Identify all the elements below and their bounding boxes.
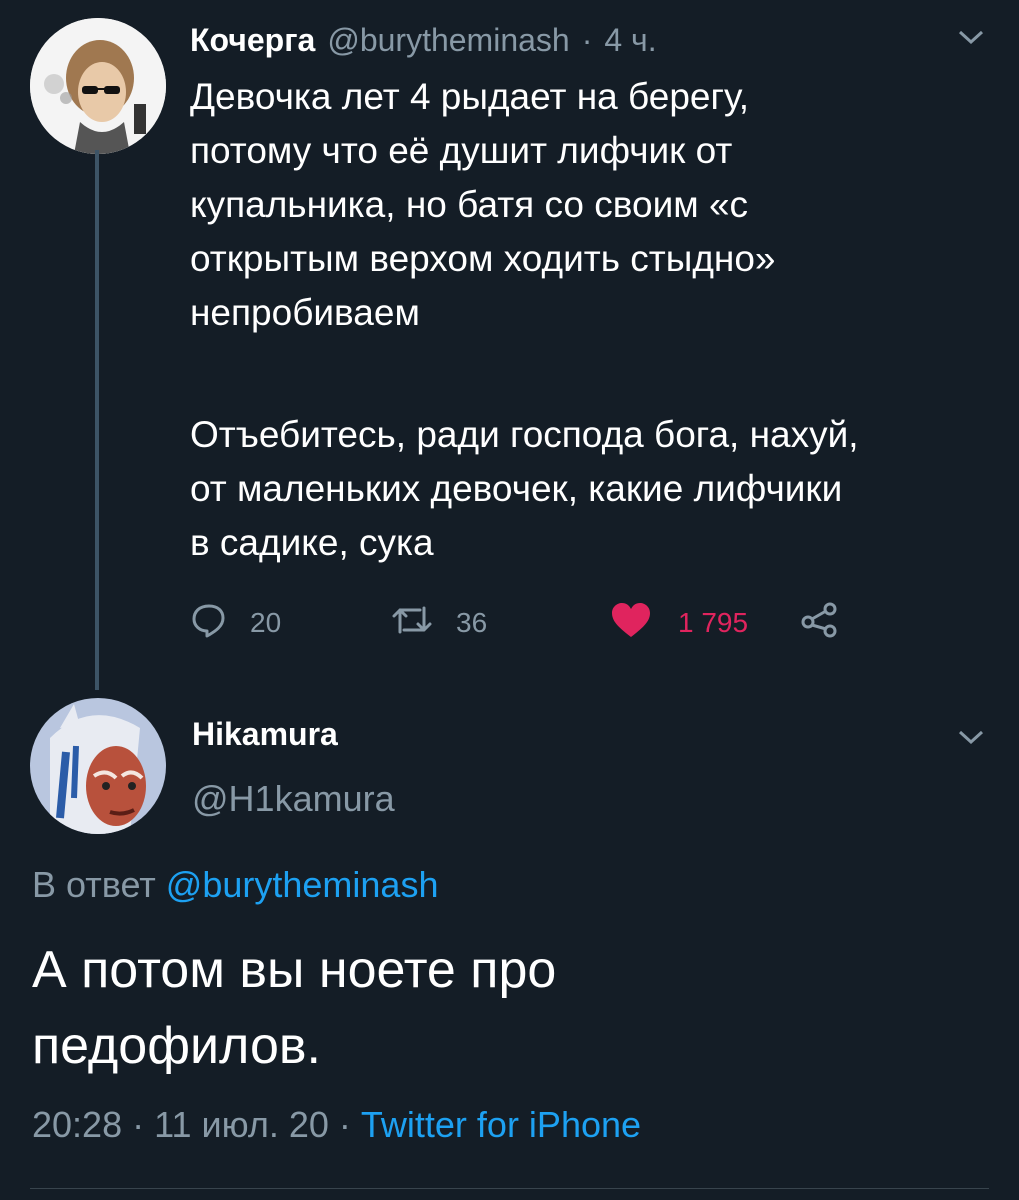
avatar-kocherga-image	[30, 18, 166, 154]
reply-to-mention[interactable]: @burytheminash	[166, 864, 439, 905]
reply-to-prefix: В ответ	[32, 864, 156, 905]
tweet2-date: 11 июл. 20	[154, 1104, 329, 1145]
like-button[interactable]: 1 795	[610, 601, 800, 646]
tweet2-author-handle[interactable]: @H1kamura	[192, 778, 395, 820]
reply-button[interactable]: 20	[190, 602, 390, 645]
tweet1-author-handle[interactable]: @burytheminash	[327, 22, 569, 59]
tweet1-author-name[interactable]: Кочерга	[190, 22, 315, 59]
like-count: 1 795	[678, 607, 749, 638]
retweet-button[interactable]: 36	[390, 602, 610, 645]
chevron-down-icon[interactable]	[957, 28, 985, 46]
heart-icon	[610, 601, 652, 646]
tweet2-sep-2: ·	[338, 1104, 351, 1145]
reply-to-line: В ответ @burytheminash	[32, 864, 438, 906]
avatar-hikamura[interactable]	[30, 698, 166, 834]
tweet2-author-name[interactable]: Hikamura	[192, 716, 338, 753]
avatar-kocherga[interactable]	[30, 18, 166, 154]
tweet1-text-p2: Отъебитесь, ради господа бога, нахуй, от…	[190, 414, 859, 563]
tweet1-actions: 20 36 1 795	[190, 598, 870, 648]
chevron-down-icon[interactable]	[957, 728, 985, 746]
tweet1-header: Кочерга @burytheminash · 4 ч.	[190, 18, 657, 62]
tweet2-source[interactable]: Twitter for iPhone	[361, 1104, 641, 1145]
tweet2-meta: 20:28 · 11 июл. 20 · Twitter for iPhone	[32, 1104, 641, 1146]
share-button[interactable]	[800, 602, 838, 645]
divider	[30, 1188, 989, 1189]
thread-line	[95, 150, 99, 690]
tweet2-text: А потом вы ноете про педофилов.	[32, 941, 557, 1075]
retweet-icon	[390, 602, 434, 645]
tweet1-time[interactable]: 4 ч.	[604, 22, 656, 59]
retweet-count: 36	[456, 607, 488, 638]
tweet1-dot: ·	[581, 21, 593, 58]
tweet2-time: 20:28	[32, 1104, 123, 1145]
share-icon	[800, 602, 838, 645]
tweet1-text-p1: Девочка лет 4 рыдает на берегу, потому ч…	[190, 76, 776, 333]
reply-icon	[190, 602, 228, 645]
tweet2-sep-1: ·	[132, 1104, 145, 1145]
avatar-hikamura-image	[30, 698, 166, 834]
reply-count: 20	[250, 607, 282, 638]
